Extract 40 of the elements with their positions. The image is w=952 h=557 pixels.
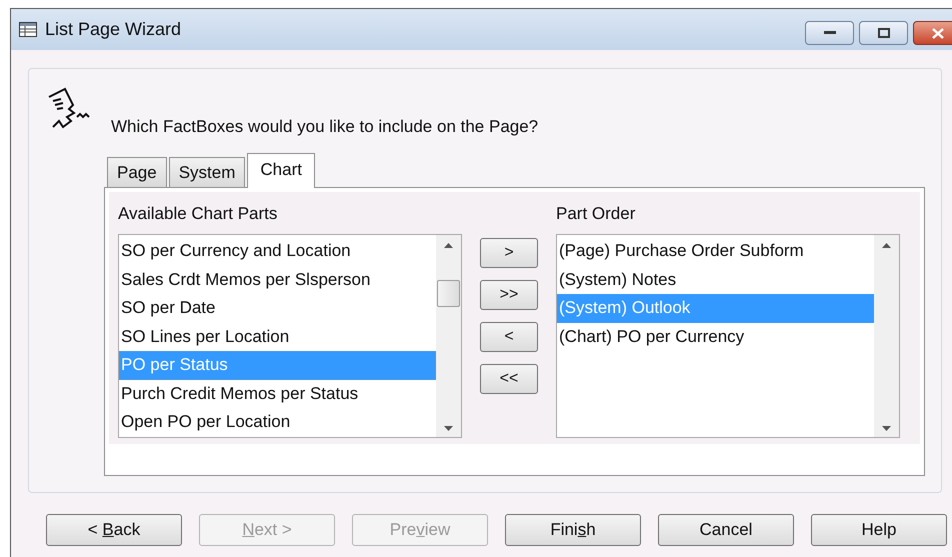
- wizard-button[interactable]: Help: [811, 514, 947, 546]
- wizard-button[interactable]: Finish: [505, 514, 641, 546]
- window-title: List Page Wizard: [45, 19, 182, 40]
- table-icon: [19, 22, 37, 37]
- maximize-icon: [878, 28, 890, 38]
- list-item[interactable]: (Page) Purchase Order Subform: [557, 237, 874, 266]
- transfer-button[interactable]: >>: [480, 280, 538, 310]
- list-box[interactable]: SO per Currency and Location Sales Crdt Memos per Slsperson SO per Date SO Lines per Location PO per Status Purch Credit Memos per Status Open PO per Location: [118, 234, 462, 438]
- wizard-button[interactable]: < Back: [46, 514, 182, 546]
- list-item[interactable]: (System) Notes: [557, 266, 874, 294]
- scrollbar[interactable]: [436, 235, 461, 437]
- wizard-button[interactable]: Cancel: [658, 514, 794, 546]
- close-icon: [932, 28, 944, 38]
- tab[interactable]: Page: [107, 157, 167, 187]
- scroll-down-icon[interactable]: [882, 426, 891, 431]
- list-item[interactable]: Purch Credit Memos per Status: [119, 380, 436, 408]
- question-text: Which FactBoxes would you like to include on the Page?: [111, 117, 538, 137]
- maximize-button[interactable]: [859, 21, 908, 45]
- list-item[interactable]: SO per Date: [119, 294, 436, 322]
- transfer-button[interactable]: >: [480, 238, 538, 268]
- scrollbar[interactable]: [874, 235, 899, 437]
- list-item[interactable]: SO per Currency and Location: [119, 237, 436, 266]
- list-label: Available Chart Parts: [118, 204, 278, 224]
- list-item[interactable]: Open PO per Location: [119, 408, 436, 436]
- tab[interactable]: System: [168, 157, 246, 187]
- scroll-up-icon[interactable]: [444, 243, 453, 248]
- tab[interactable]: Chart: [247, 153, 315, 188]
- list-label: Part Order: [556, 204, 636, 224]
- list-item[interactable]: (Chart) PO per Currency: [557, 322, 874, 351]
- list-box[interactable]: (Page) Purchase Order Subform (System) Notes (System) Outlook (Chart) PO per Currency: [556, 234, 900, 438]
- scroll-up-icon[interactable]: [882, 243, 891, 248]
- transfer-button[interactable]: <: [480, 322, 538, 352]
- scroll-thumb[interactable]: [437, 280, 460, 306]
- minimize-icon: [824, 31, 836, 35]
- close-button[interactable]: [913, 21, 952, 45]
- scroll-down-icon[interactable]: [444, 426, 453, 431]
- list-item[interactable]: Sales Crdt Memos per Slsperson: [119, 266, 436, 294]
- list-item[interactable]: SO Lines per Location: [119, 322, 436, 351]
- minimize-button[interactable]: [805, 21, 854, 45]
- transfer-button[interactable]: <<: [480, 364, 538, 394]
